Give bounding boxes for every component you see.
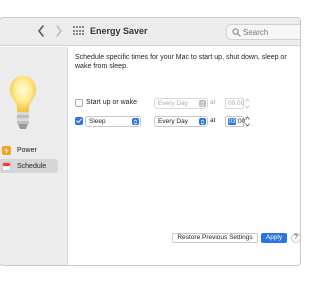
window-title: Energy Saver [90, 26, 148, 36]
startup-at-label: at [210, 99, 216, 106]
sleep-time-minutes[interactable]: :00 [236, 118, 245, 125]
sleep-time-field[interactable]: 03:00 [225, 116, 245, 127]
search-field[interactable] [226, 24, 300, 40]
updown-arrows-icon [199, 118, 206, 125]
search-icon [232, 28, 241, 37]
calendar-icon [2, 161, 11, 171]
startup-day-select[interactable]: Every Day [154, 98, 208, 109]
startup-time-field[interactable]: 00:00 [225, 98, 244, 109]
sleep-time-stepper[interactable] [245, 116, 250, 127]
startup-wake-row: Start up or wake Every Day at 00:00 [69, 97, 300, 110]
bolt-icon [2, 145, 11, 155]
startup-time-value: 00:00 [228, 100, 245, 107]
chevron-left-icon [38, 25, 44, 37]
sleep-day-select[interactable]: Every Day [154, 116, 208, 127]
chevron-down-icon [245, 123, 250, 127]
sleep-checkbox[interactable] [75, 117, 83, 125]
sidebar: Power Schedule [0, 47, 68, 265]
chevron-up-icon [245, 116, 250, 120]
startup-wake-checkbox[interactable] [75, 99, 83, 107]
energy-saver-window: Energy Saver Search Power Schedule Sched… [0, 18, 300, 265]
sidebar-item-label: Schedule [17, 162, 47, 170]
chevron-right-icon [56, 25, 62, 37]
sleep-row: Sleep Every Day at 03:00 [69, 115, 300, 128]
search-input[interactable] [243, 26, 298, 38]
sleep-time-hour[interactable]: 03 [228, 118, 237, 125]
chevron-down-icon [245, 105, 250, 109]
restore-previous-settings-button[interactable]: Restore Previous Settings [172, 233, 258, 243]
sidebar-item-schedule[interactable]: Schedule [0, 159, 58, 173]
checkmark-icon [76, 118, 82, 124]
updown-arrows-icon [199, 100, 206, 107]
apply-button[interactable]: Apply [261, 233, 287, 243]
sidebar-item-label: Power [17, 146, 37, 154]
help-button[interactable]: ? [291, 233, 300, 243]
sidebar-item-power[interactable]: Power [0, 143, 58, 157]
forward-button[interactable] [51, 22, 67, 40]
sleep-action-value: Sleep [89, 118, 106, 125]
back-button[interactable] [33, 22, 49, 40]
schedule-description: Schedule specific times for your Mac to … [75, 54, 287, 70]
updown-arrows-icon [132, 118, 139, 125]
screen: Energy Saver Search Power Schedule Sched… [0, 0, 300, 300]
show-all-grid-icon[interactable] [73, 26, 84, 36]
sleep-action-select[interactable]: Sleep [85, 116, 141, 127]
light-bulb-icon [10, 76, 36, 129]
startup-day-value: Every Day [158, 100, 188, 107]
title-bar: Energy Saver [0, 18, 300, 46]
sleep-at-label: at [210, 117, 216, 124]
startup-wake-label: Start up or wake [86, 99, 137, 106]
startup-time-stepper[interactable] [245, 98, 250, 109]
chevron-up-icon [245, 98, 250, 102]
sleep-day-value: Every Day [158, 118, 188, 125]
